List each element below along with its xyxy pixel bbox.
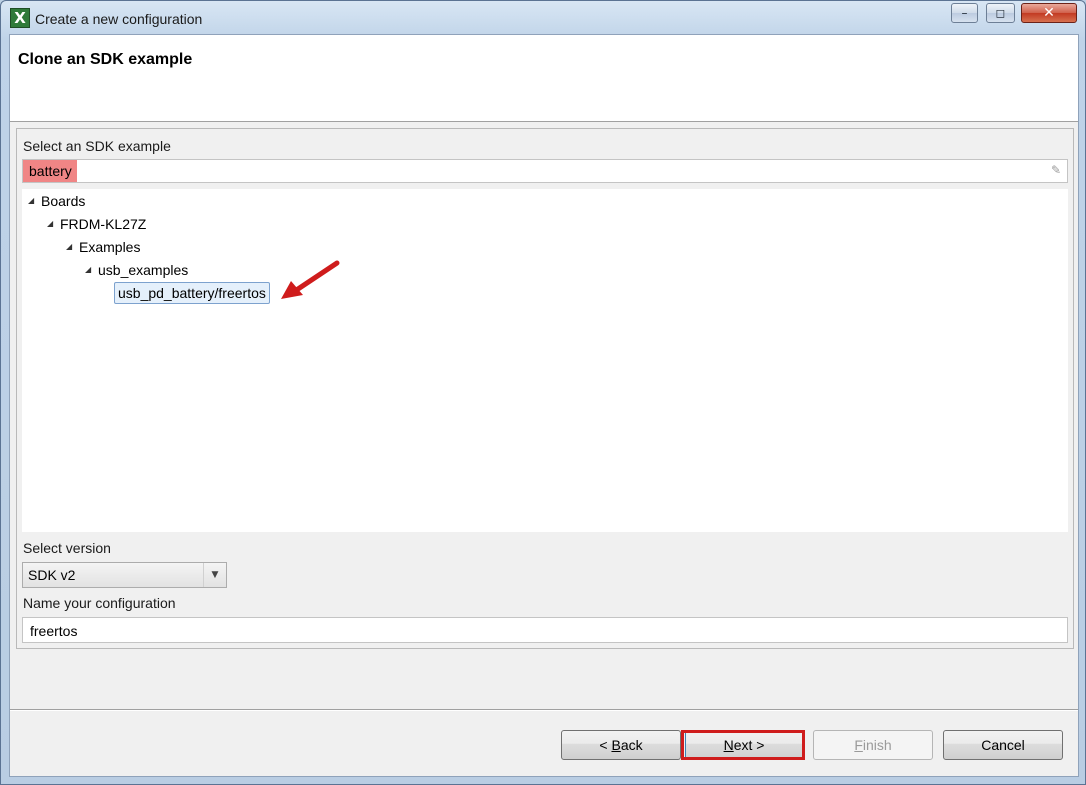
version-label: Select version [23,540,111,556]
tree-item-usb-examples[interactable]: ◢ usb_examples [85,259,189,281]
tree-item-label: Boards [41,193,86,209]
version-selected-value: SDK v2 [28,567,76,583]
maximize-button[interactable]: ◻ [986,3,1015,23]
dialog-window: X Create a new configuration – ◻ ✕ Clone… [0,0,1086,785]
wizard-header: Clone an SDK example [10,35,1078,122]
dialog-client-area: Clone an SDK example Select an SDK examp… [9,34,1079,777]
tree-item-label: Examples [79,239,141,255]
tree-item-label: FRDM-KL27Z [60,216,147,232]
config-name-value: freertos [30,623,78,639]
sdk-example-label: Select an SDK example [23,138,171,154]
tree-item-label: usb_examples [98,262,189,278]
tree-item-usb-pd-battery-freertos[interactable]: usb_pd_battery/freertos [114,282,270,304]
expand-triangle-icon[interactable]: ◢ [47,213,57,235]
configuration-group: Select an SDK example battery ✎ ◢ Boards… [16,128,1074,649]
expand-triangle-icon[interactable]: ◢ [85,259,95,281]
cancel-button[interactable]: Cancel [943,730,1063,760]
version-select[interactable]: SDK v2 ▼ [22,562,227,588]
finish-button[interactable]: Finish [813,730,933,760]
tree-item-examples[interactable]: ◢ Examples [66,236,141,258]
back-button[interactable]: < Back [561,730,681,760]
tree-item-label: usb_pd_battery/freertos [118,285,266,301]
annotation-arrow-icon [281,260,340,299]
dropdown-arrow-icon[interactable]: ▼ [203,563,226,587]
back-prefix: < [599,737,612,753]
window-title: Create a new configuration [35,11,203,27]
finish-label-rest: inish [862,737,892,753]
tree-item-frdm-kl27z[interactable]: ◢ FRDM-KL27Z [47,213,147,235]
back-label-rest: ack [620,737,643,753]
filter-text: battery [29,163,72,179]
expand-triangle-icon[interactable]: ◢ [66,236,76,258]
close-button[interactable]: ✕ [1021,3,1077,23]
page-title: Clone an SDK example [18,51,193,68]
config-name-input[interactable]: freertos [22,617,1068,643]
app-logo-icon: X [10,8,30,28]
button-bar-separator [10,709,1078,711]
filter-input[interactable]: battery ✎ [22,159,1068,183]
config-name-label: Name your configuration [23,595,176,611]
next-button[interactable]: Next > [685,730,803,760]
minimize-button[interactable]: – [951,3,978,23]
finish-mnemonic: F [854,737,863,753]
sdk-example-tree[interactable]: ◢ Boards ◢ FRDM-KL27Z ◢ Examples ◢ usb_e… [22,189,1068,532]
clear-filter-icon[interactable]: ✎ [1049,162,1063,178]
tree-item-boards[interactable]: ◢ Boards [28,190,86,212]
expand-triangle-icon[interactable]: ◢ [28,190,38,212]
back-mnemonic: B [611,737,621,753]
next-label-rest: ext > [733,737,765,753]
title-bar[interactable]: X Create a new configuration – ◻ ✕ [1,1,1085,35]
next-mnemonic: N [723,737,734,753]
